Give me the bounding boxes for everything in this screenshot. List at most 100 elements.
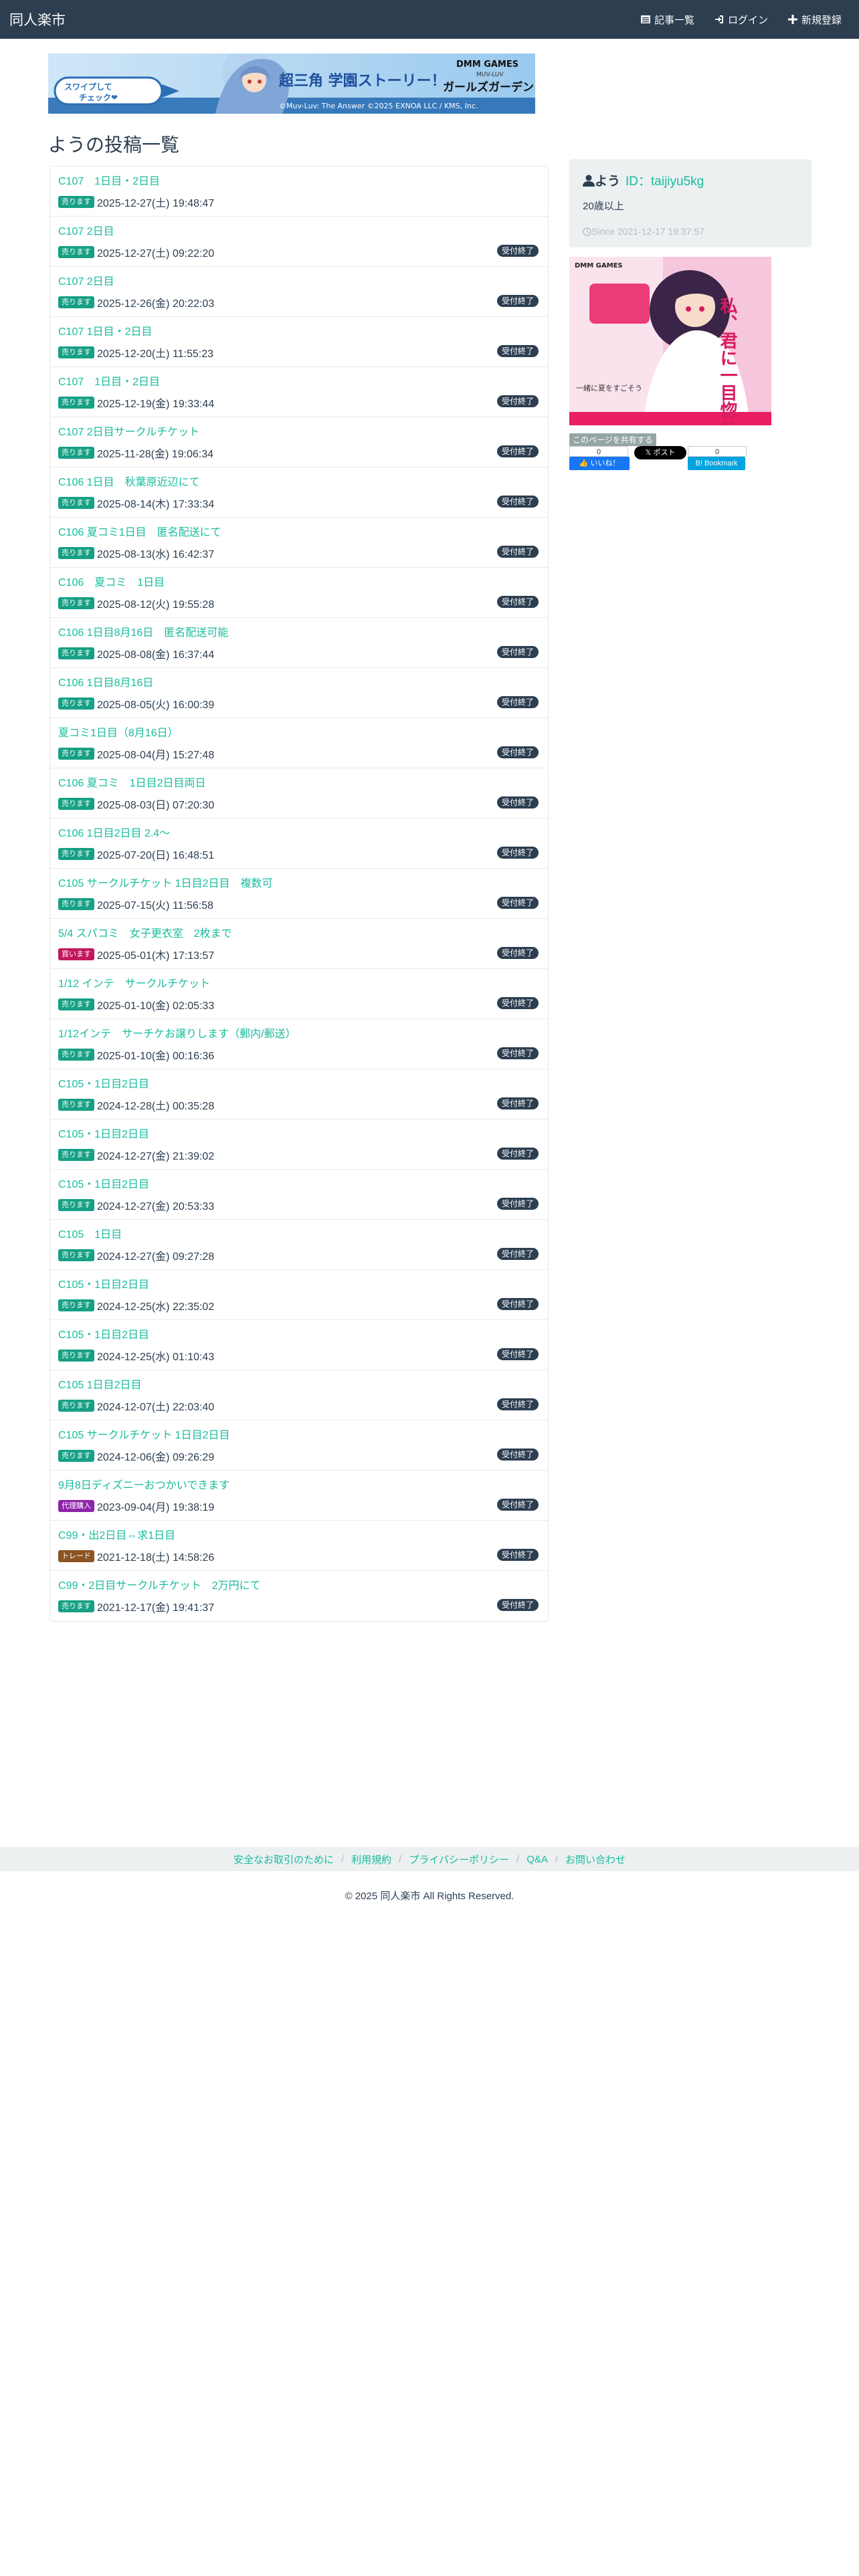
post-title-link[interactable]: C106 夏コミ 1日目: [58, 577, 540, 589]
post-meta: 売ります 2025-01-10(金) 02:05:33: [58, 996, 540, 1012]
facebook-like-button[interactable]: 👍 いいね！: [569, 457, 630, 470]
post-row: C105・1日目2日目 売ります 2024-12-27(金) 21:39:02 受付終…: [50, 1119, 548, 1170]
post-title-link[interactable]: C99・2日目サークルチケット 2万円にて: [58, 1580, 540, 1592]
post-title-link[interactable]: 5/4 スパコミ 女子更衣室 2枚まで: [58, 928, 540, 940]
post-title-link[interactable]: C105 サークルチケット 1日目2日目 複数可: [58, 878, 540, 890]
post-meta: 売ります 2025-07-20(日) 16:48:51: [58, 846, 540, 862]
facebook-share[interactable]: 0 👍 いいね！: [569, 446, 630, 470]
post-title-link[interactable]: C105・1日目2日目: [58, 1329, 540, 1341]
x-share[interactable]: 𝕏 ポスト: [634, 446, 686, 459]
post-title-link[interactable]: C107 2日目: [58, 226, 540, 238]
nav-posts-link[interactable]: 記事一覧: [640, 13, 694, 27]
post-status-badge: 受付終了: [496, 646, 539, 658]
post-type-badge: 売ります: [58, 547, 94, 559]
post-title-link[interactable]: C105 サークルチケット 1日目2日目: [58, 1430, 540, 1442]
post-meta: 売ります 2025-12-27(土) 19:48:47: [58, 194, 540, 210]
page-title: ようの投稿一覧: [48, 134, 180, 155]
post-title-link[interactable]: C106 1日目8月16日 匿名配送可能: [58, 627, 540, 639]
post-title-link[interactable]: 9月8日ディズニーおつかいできます: [58, 1480, 540, 1492]
post-title-link[interactable]: C99・出2日目⇔求1日目: [58, 1530, 540, 1542]
post-date: 2025-01-10(金) 02:05:33: [97, 1000, 215, 1012]
navbar: 同人楽市 記事一覧 ログイン 新規登録: [0, 0, 859, 39]
hatena-share[interactable]: 0 B! Bookmark: [688, 446, 747, 470]
post-status-badge: 受付終了: [496, 1499, 539, 1511]
post-type-badge: 売ります: [58, 597, 94, 609]
post-row: 1/12 インテ サークルチケット売ります 2025-01-10(金) 02:05…: [50, 969, 548, 1019]
post-title-link[interactable]: C106 夏コミ 1日目2日目両日: [58, 778, 540, 790]
profile-id: ID：taijiyu5kg: [626, 175, 704, 189]
post-row: C106 夏コミ 1日目2日目両日 売ります 2025-08-03(日) 07:20…: [50, 768, 548, 819]
post-title-link[interactable]: C105 1日目2日目: [58, 1380, 540, 1392]
footer-links: 安全なお取引のために / 利用規約 / プライバシーポリシー / Q&A / お…: [0, 1847, 859, 1871]
post-meta: 売ります 2024-12-25(水) 22:35:02: [58, 1297, 540, 1313]
profile-name-row: よう ID：taijiyu5kg: [583, 171, 798, 189]
nav-register-link[interactable]: 新規登録: [787, 13, 842, 27]
footer-link-safety[interactable]: 安全なお取引のために: [233, 1852, 334, 1866]
post-type-badge: 売ります: [58, 1600, 94, 1612]
post-date: 2021-12-18(土) 14:58:26: [97, 1552, 215, 1564]
post-status-badge: 受付終了: [496, 1549, 539, 1561]
post-title-link[interactable]: C107 1日目・2日目: [58, 377, 540, 389]
post-title-link[interactable]: C105 1日目: [58, 1229, 540, 1241]
post-status-badge: 受付終了: [496, 345, 539, 357]
post-date: 2025-01-10(金) 00:16:36: [97, 1051, 215, 1062]
post-meta: 売ります 2024-12-28(土) 00:35:28: [58, 1097, 540, 1113]
post-meta: 売ります 2024-12-07(土) 22:03:40: [58, 1398, 540, 1414]
post-row: C106 1日目8月16日 匿名配送可能 売ります 2025-08-08(金) 16…: [50, 618, 548, 668]
post-title-link[interactable]: 夏コミ1日目（8月16日）: [58, 728, 540, 740]
post-title-link[interactable]: 1/12 インテ サークルチケット: [58, 978, 540, 990]
post-title-link[interactable]: C107 1日目・2日目: [58, 326, 540, 338]
nav-login-label: ログイン: [727, 14, 768, 26]
post-status-badge: 受付終了: [496, 1248, 539, 1260]
post-row: C105 1日目 売ります 2024-12-27(金) 09:27:28 受付終了: [50, 1220, 548, 1270]
nav-login-link[interactable]: ログイン: [714, 13, 768, 27]
post-date: 2024-12-27(金) 09:27:28: [97, 1251, 215, 1263]
footer-link-privacy[interactable]: プライバシーポリシー: [409, 1852, 509, 1866]
side-ad[interactable]: DMM GAMES 私、君に一目惚れかしら 一緒に夏をすごそう: [569, 257, 771, 425]
post-title-link[interactable]: C105・1日目2日目: [58, 1279, 540, 1291]
post-title-link[interactable]: C107 2日目サークルチケット: [58, 427, 540, 439]
post-title-link[interactable]: C107 1日目・2日目: [58, 176, 540, 188]
footer-link-contact[interactable]: お問い合わせ: [565, 1852, 626, 1866]
site-brand[interactable]: 同人楽市: [9, 9, 66, 29]
post-type-badge: 売ります: [58, 1450, 94, 1462]
post-type-badge: 売ります: [58, 798, 94, 810]
post-title-link[interactable]: C106 1日目8月16日: [58, 677, 540, 689]
post-status-badge: 受付終了: [496, 445, 539, 457]
post-meta: 売ります 2024-12-25(水) 01:10:43: [58, 1348, 540, 1364]
post-meta: 売ります 2024-12-27(金) 21:39:02: [58, 1147, 540, 1163]
post-title-link[interactable]: C106 1日目2日目 2.4〜: [58, 828, 540, 840]
post-row: C107 1日目・2日目売ります 2025-12-27(土) 19:48:47: [50, 167, 548, 217]
post-title-link[interactable]: 1/12インテ サーチケお譲りします（郵内/郵送）: [58, 1029, 540, 1041]
post-title-link[interactable]: C105・1日目2日目: [58, 1079, 540, 1091]
post-status-badge: 受付終了: [496, 596, 539, 608]
post-row: C106 夏コミ1日目 匿名配送にて 売ります 2025-08-13(水) 16:4…: [50, 518, 548, 568]
post-type-badge: 売ります: [58, 1400, 94, 1412]
profile-age: 20歳以上: [583, 201, 624, 212]
post-type-badge: 売ります: [58, 697, 94, 710]
post-status-badge: 受付終了: [496, 1097, 539, 1109]
post-title-link[interactable]: C107 2日目: [58, 276, 540, 288]
ad-banner[interactable]: スワイプして チェック❤ 超三角 学園ストーリー！ DMM GAMES MUV-…: [48, 53, 535, 114]
post-date: 2021-12-17(金) 19:41:37: [97, 1602, 215, 1614]
post-date: 2025-12-26(金) 20:22:03: [97, 298, 215, 310]
post-row: C105 1日目2日目 売ります 2024-12-07(土) 22:03:40 受付終…: [50, 1370, 548, 1420]
footer-link-terms[interactable]: 利用規約: [351, 1852, 391, 1866]
post-row: C105 サークルチケット 1日目2日目 売ります 2024-12-06(金) 09…: [50, 1420, 548, 1471]
banner-copyright-text: ©Muv-Luv: The Answer ©2025 EXNOA LLC / K…: [279, 102, 478, 110]
post-date: 2025-08-13(水) 16:42:37: [97, 549, 215, 560]
post-date: 2025-07-20(日) 16:48:51: [97, 850, 215, 861]
banner-muvluv-text: MUV-LUV: [476, 72, 504, 78]
hatena-count: 0: [688, 446, 747, 457]
post-type-badge: 買います: [58, 948, 94, 960]
post-meta: 売ります 2025-01-10(金) 00:16:36: [58, 1047, 540, 1063]
x-post-button[interactable]: 𝕏 ポスト: [634, 446, 686, 459]
post-title-link[interactable]: C105・1日目2日目: [58, 1179, 540, 1191]
post-row: C107 1日目・2日目 売ります 2025-12-19(金) 19:33:44 受付…: [50, 367, 548, 417]
hatena-bookmark-button[interactable]: B! Bookmark: [688, 457, 745, 470]
post-row: C107 2日目 売ります 2025-12-27(土) 09:22:20 受付終了: [50, 217, 548, 267]
footer-link-qa[interactable]: Q&A: [527, 1854, 548, 1865]
post-title-link[interactable]: C105・1日目2日目: [58, 1129, 540, 1141]
post-title-link[interactable]: C106 1日目 秋葉原近辺にて: [58, 477, 540, 489]
post-title-link[interactable]: C106 夏コミ1日目 匿名配送にて: [58, 527, 540, 539]
